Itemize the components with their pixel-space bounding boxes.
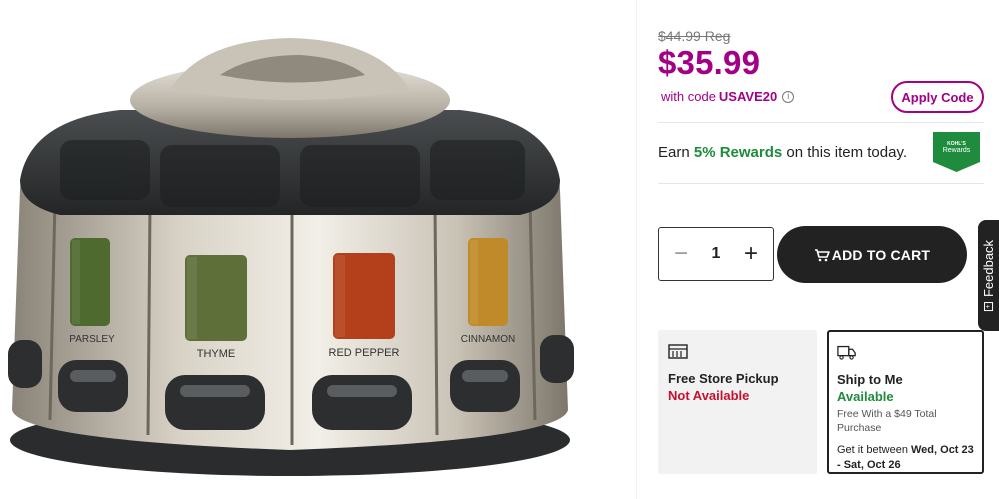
promo-code-prefix: with code	[661, 89, 716, 104]
feedback-tab[interactable]: + Feedback	[978, 220, 999, 331]
apply-code-button[interactable]: Apply Code	[891, 81, 984, 113]
jar-label-parsley: PARSLEY	[69, 334, 115, 345]
pickup-status: Not Available	[668, 388, 750, 403]
panel-divider	[636, 0, 637, 499]
jar-label-cinnamon: CINNAMON	[461, 334, 515, 345]
product-image: PARSLEY THYME RED PEPPER CINNAMON	[0, 0, 636, 499]
pickup-title: Free Store Pickup	[668, 371, 779, 386]
divider	[658, 122, 984, 123]
delivery-estimate: Get it between Wed, Oct 23 - Sat, Oct 26	[837, 443, 974, 473]
feedback-icon: +	[984, 302, 993, 312]
spice-carousel-illustration: PARSLEY THYME RED PEPPER CINNAMON	[8, 38, 574, 476]
info-icon[interactable]: i	[782, 90, 795, 103]
jar-label-red-pepper: RED PEPPER	[329, 347, 400, 359]
sale-price: $35.99	[658, 44, 761, 81]
quantity-increase-button[interactable]: +	[743, 240, 759, 268]
store-pickup-option[interactable]: Free Store Pickup Not Available	[658, 330, 817, 474]
divider	[658, 183, 984, 184]
purchase-panel: $44.99 Reg $35.99 with code USAVE20 i Ap…	[658, 0, 984, 499]
quantity-value[interactable]: 1	[712, 245, 721, 263]
add-to-cart-label: ADD TO CART	[831, 246, 931, 263]
quantity-stepper: − 1 +	[658, 227, 774, 281]
rewards-badge-bottom: Rewards	[943, 147, 971, 154]
ship-status: Available	[837, 389, 894, 404]
promo-code: USAVE20	[718, 89, 778, 104]
store-icon	[668, 344, 688, 359]
feedback-label: Feedback	[981, 239, 996, 298]
promo-code-line: with code USAVE20 i	[661, 89, 795, 104]
regular-price: $44.99 Reg	[658, 28, 731, 44]
rewards-text-before: Earn	[658, 144, 694, 161]
ship-note: Free With a $49 Total Purchase	[837, 408, 937, 434]
ship-title: Ship to Me	[837, 372, 903, 387]
rewards-message: Earn 5% Rewards on this item today.	[658, 144, 907, 161]
rewards-text-after: on this item today.	[782, 144, 908, 161]
cart-icon	[814, 248, 830, 261]
kohls-rewards-badge-icon: KOHL'S Rewards	[933, 132, 980, 172]
jar-label-thyme: THYME	[197, 348, 236, 360]
quantity-decrease-button[interactable]: −	[673, 240, 689, 268]
rewards-highlight: 5% Rewards	[693, 144, 783, 161]
add-to-cart-button[interactable]: ADD TO CART	[777, 226, 967, 283]
delivery-prefix: Get it between	[837, 444, 911, 456]
ship-to-me-option[interactable]: Ship to Me Available Free With a $49 Tot…	[827, 330, 984, 474]
truck-icon	[837, 345, 856, 360]
